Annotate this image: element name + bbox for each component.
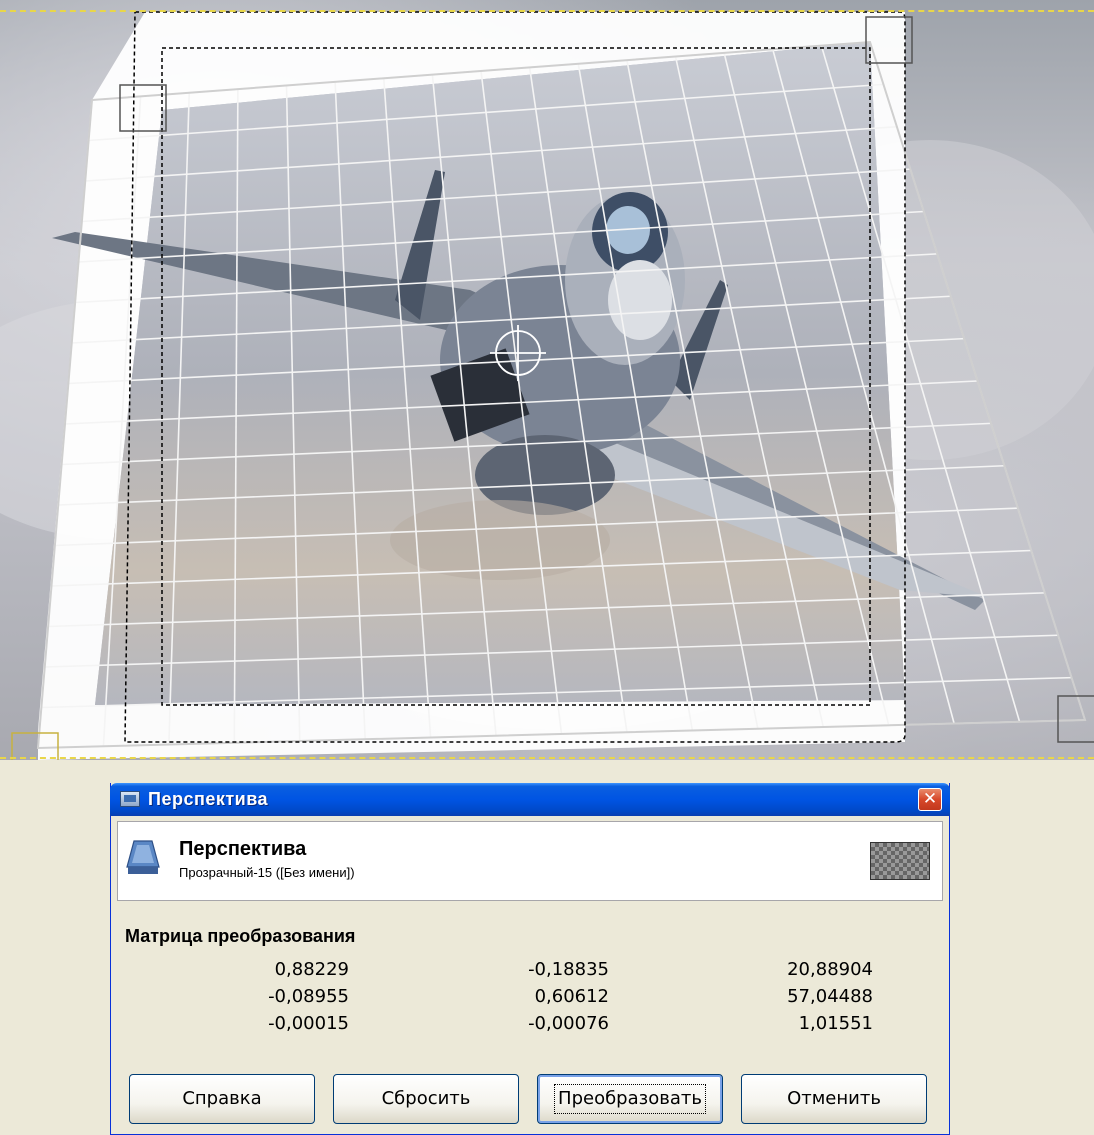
matrix-cell: 0,88229 <box>274 959 349 980</box>
layer-boundary-top <box>0 10 1094 12</box>
help-button[interactable]: Справка <box>129 1074 315 1124</box>
layer-thumbnail <box>870 842 930 880</box>
help-button-label: Справка <box>182 1088 262 1109</box>
perspective-tool-icon <box>126 840 160 874</box>
matrix-title: Матрица преобразования <box>125 926 356 946</box>
reset-button[interactable]: Сбросить <box>333 1074 519 1124</box>
cancel-button-label: Отменить <box>787 1088 881 1109</box>
reset-button-label: Сбросить <box>381 1088 471 1109</box>
matrix-cell: -0,00015 <box>268 1013 349 1034</box>
layer-boundary-bottom <box>0 757 1094 759</box>
transform-button[interactable]: Преобразовать <box>537 1074 723 1124</box>
matrix-cell: 1,01551 <box>798 1013 873 1034</box>
dialog-title: Перспектива <box>148 789 269 809</box>
dialog-header: Перспектива Прозрачный-15 ([Без имени]) <box>117 821 943 901</box>
image-window-icon <box>120 791 140 807</box>
transform-button-label: Преобразовать <box>554 1084 706 1114</box>
corner-handle-bottom-right[interactable] <box>1057 695 1094 743</box>
matrix-cell: -0,00076 <box>528 1013 609 1034</box>
header-subtitle: Прозрачный-15 ([Без имени]) <box>179 865 355 880</box>
canvas-drawing <box>0 11 1094 760</box>
matrix-cell: -0,18835 <box>528 959 609 980</box>
matrix-cell: 0,60612 <box>534 986 609 1007</box>
dialog-titlebar[interactable]: Перспектива ✕ <box>110 783 950 816</box>
image-canvas[interactable] <box>0 0 1094 760</box>
header-title: Перспектива <box>179 838 307 860</box>
close-icon: ✕ <box>922 789 938 809</box>
cancel-button[interactable]: Отменить <box>741 1074 927 1124</box>
matrix-cell: 20,88904 <box>787 959 873 980</box>
close-button[interactable]: ✕ <box>918 788 942 811</box>
perspective-dialog: Перспектива ✕ Перспектива Прозрачный-15 … <box>110 783 950 1135</box>
matrix-cell: -0,08955 <box>268 986 349 1007</box>
matrix-cell: 57,04488 <box>787 986 873 1007</box>
